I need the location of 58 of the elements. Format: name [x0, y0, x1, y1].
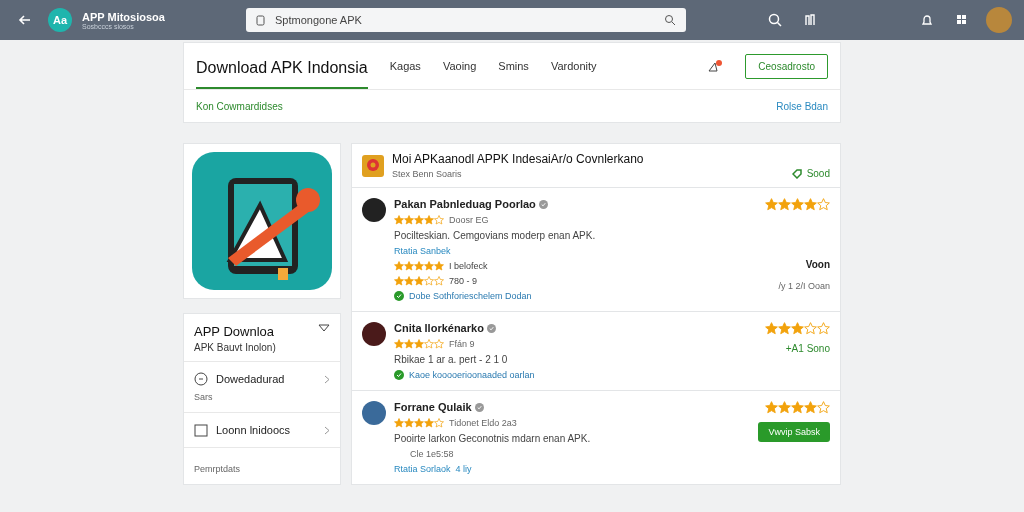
section-label: Pemrptdats	[194, 464, 242, 474]
verified-icon	[486, 323, 496, 333]
reviewer-name: Pakan Pabnleduag Poorlao	[394, 198, 757, 210]
nav-link[interactable]: Kagas	[389, 60, 421, 72]
app-logo-icon	[362, 154, 384, 177]
reviewer-name: Cnita llorkénarko	[394, 322, 757, 334]
review-meta: Ffán 9	[449, 339, 475, 349]
review-link[interactable]: Rtatia Sorlaok	[394, 464, 451, 474]
category-label: Kon Cowmardidses	[196, 100, 283, 112]
review-meta: Tidonet Eldo 2a3	[449, 418, 517, 428]
sidebar-subtitle: APK Bauvt Inolon)	[194, 342, 276, 353]
share-link[interactable]: Rolse Bdan	[776, 100, 828, 112]
search-input[interactable]: Sptmongone APK	[273, 13, 656, 27]
app-title: Moi APKaanodl APPK IndesaiAr/o Covnlerkano	[392, 152, 644, 166]
download-icon	[194, 372, 208, 386]
sidebar-item[interactable]: Loonn lnidoocs	[184, 413, 340, 448]
helpful-count: +A1 Sono	[785, 343, 830, 354]
dropdown-icon[interactable]	[318, 324, 330, 332]
sidebar-title: APP Downloa	[194, 324, 275, 339]
check-shield-icon	[394, 291, 404, 301]
chevron-right-icon	[324, 425, 330, 435]
download-button[interactable]: Vwvip Sabsk	[758, 422, 830, 442]
review-text: Pocilteskian. Cemgovians moderp enan APK.	[394, 230, 597, 241]
verified-icon	[538, 199, 548, 209]
nav-link[interactable]: Smins	[498, 60, 529, 72]
site-title: Download APK Indonsia	[196, 47, 368, 89]
reviewer-avatar	[362, 401, 386, 425]
version-date: /y 1 2/I Ooan	[778, 281, 830, 291]
review-detail: Kaoe kooooerioonaaded oarlan	[409, 370, 535, 380]
search-icon[interactable]	[664, 14, 676, 26]
review-date: Cle 1e5:58	[409, 449, 454, 459]
tab-icon	[256, 14, 265, 26]
reply-count[interactable]: 4 liy	[455, 464, 472, 474]
reviewer-name: Forrane Qulaik	[394, 401, 751, 413]
reviewer-avatar	[362, 322, 386, 346]
app-subtitle: Stex Benn Soaris	[392, 169, 463, 179]
brand-name: APP Mitosiosoa	[82, 10, 166, 23]
verified-icon	[474, 402, 484, 412]
sidebar-item[interactable]: Dowedadurad Sars	[184, 362, 340, 413]
review-text: Rbikae 1 ar a. pert - 2 1 0	[394, 354, 509, 365]
calendar-icon	[194, 423, 208, 437]
review-link[interactable]: Rtatia Sanbek	[394, 246, 451, 256]
rating-label: Sood	[806, 168, 830, 179]
nav-link[interactable]: Vaoing	[442, 60, 477, 72]
chevron-right-icon	[324, 374, 330, 384]
review-detail: I belofeck	[449, 261, 488, 271]
version-label: Voon	[805, 259, 830, 270]
review-meta: Doosr EG	[449, 215, 489, 225]
reviewer-avatar	[362, 198, 386, 222]
review-text: Pooirte larkon Geconotnis mdarn enan APK.	[394, 433, 592, 444]
review-detail: Dobe Sothforieschelem Dodan	[409, 291, 532, 301]
tag-icon	[791, 168, 802, 179]
nav-link[interactable]: Vardonity	[550, 60, 597, 72]
notification-icon[interactable]	[707, 59, 724, 73]
check-shield-icon	[394, 370, 404, 380]
cta-button[interactable]: Ceosadrosto	[745, 53, 828, 79]
review-detail: 780 - 9	[449, 276, 478, 286]
search-bar[interactable]: Sptmongone APK	[246, 8, 686, 32]
